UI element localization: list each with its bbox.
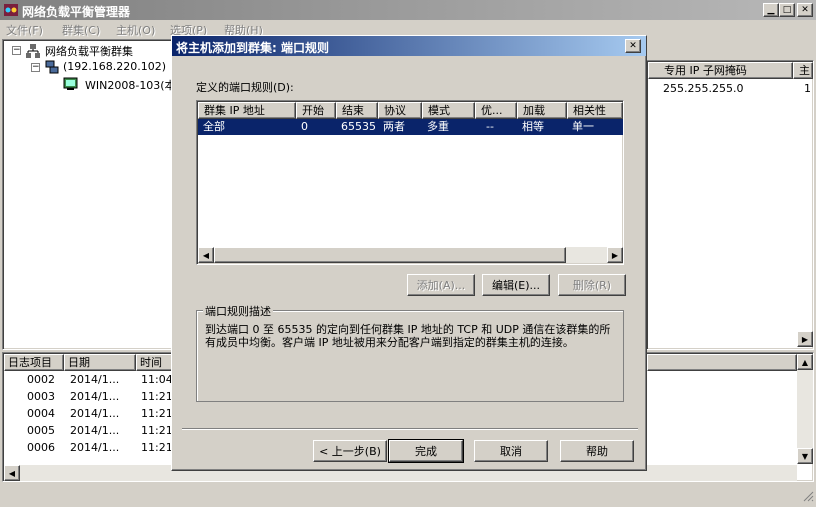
scroll-arrow-icon[interactable]: ▲ <box>797 354 813 370</box>
help-button[interactable]: 帮助 <box>560 440 634 462</box>
host-icon <box>63 76 79 92</box>
main-window-title: 网络负载平衡管理器 <box>22 5 131 19</box>
finish-button[interactable]: 完成 <box>388 439 464 463</box>
subnet-value: 255.255.255.0 <box>663 82 744 95</box>
column-header-cluster-ip[interactable]: 群集 IP 地址 <box>198 102 296 119</box>
scroll-arrow-icon[interactable]: ◀ <box>4 465 20 481</box>
app-icon[interactable] <box>3 2 19 18</box>
rules-hscroll[interactable]: ◀ ▶ <box>198 247 623 263</box>
column-header-subnet[interactable]: 专用 IP 子网掩码 <box>648 62 793 79</box>
tree-collapse-icon[interactable]: − <box>12 46 21 55</box>
add-rule-button[interactable]: 添加(A)... <box>407 274 475 296</box>
column-header-priority[interactable]: 主 <box>793 62 813 79</box>
rule-description-group: 端口规则描述 到达端口 0 至 65535 的定向到任何群集 IP 地址的 TC… <box>196 303 624 402</box>
column-header-date[interactable]: 日期 <box>64 354 136 371</box>
menu-file[interactable]: 文件(F) <box>6 22 43 38</box>
scroll-arrow-icon[interactable]: ▶ <box>607 247 623 263</box>
menu-cluster[interactable]: 群集(C) <box>62 22 100 38</box>
main-titlebar: 网络负载平衡管理器 ▁ □ ✕ <box>0 0 816 20</box>
column-header-mode[interactable]: 模式 <box>422 102 475 119</box>
scroll-thumb[interactable] <box>214 247 566 263</box>
back-button[interactable]: < 上一步(B) <box>313 440 387 462</box>
column-header-load[interactable]: 加载 <box>517 102 567 119</box>
log-vscroll[interactable]: ▲ ▼ <box>797 354 813 464</box>
port-rules-list[interactable]: 群集 IP 地址 开始 结束 协议 模式 优... 加载 相关性 全部 0 65… <box>196 100 624 265</box>
rules-label: 定义的端口规则(D): <box>196 81 294 94</box>
edit-rule-button[interactable]: 编辑(E)... <box>482 274 550 296</box>
column-header-extra[interactable] <box>647 354 797 371</box>
divider <box>182 428 638 430</box>
column-header-log-item[interactable]: 日志项目 <box>4 354 64 371</box>
minimize-icon[interactable]: ▁ <box>763 3 779 17</box>
remove-rule-button[interactable]: 删除(R) <box>558 274 626 296</box>
rule-description-text: 到达端口 0 至 65535 的定向到任何群集 IP 地址的 TCP 和 UDP… <box>205 323 611 349</box>
description-title: 端口规则描述 <box>203 303 273 319</box>
tree-host-label[interactable]: WIN2008-103(本 <box>85 77 176 93</box>
cluster-node-icon <box>44 59 60 75</box>
priority-value: 1 <box>804 82 811 95</box>
scroll-arrow-icon[interactable]: ◀ <box>198 247 214 263</box>
tree-cluster-label[interactable]: (192.168.220.102) <box>63 60 166 73</box>
cluster-icon <box>25 43 41 59</box>
scroll-arrow-icon[interactable]: ▶ <box>797 331 813 347</box>
cluster-tree[interactable]: − 网络负载平衡群集 − (192.168.220.102) WIN2008-1… <box>2 39 178 350</box>
column-header-start[interactable]: 开始 <box>296 102 336 119</box>
port-rules-dialog: 将主机添加到群集: 端口规则 ✕ 定义的端口规则(D): 群集 IP 地址 开始… <box>171 35 647 471</box>
cancel-button[interactable]: 取消 <box>474 440 548 462</box>
column-header-protocol[interactable]: 协议 <box>378 102 422 119</box>
resize-grip-icon[interactable] <box>802 490 814 502</box>
column-header-affinity[interactable]: 相关性 <box>567 102 623 119</box>
column-header-time[interactable]: 时间 <box>136 354 176 371</box>
maximize-icon[interactable]: □ <box>779 3 795 17</box>
column-header-end[interactable]: 结束 <box>336 102 378 119</box>
dialog-title: 将主机添加到群集: 端口规则 <box>176 41 329 55</box>
close-icon[interactable]: ✕ <box>625 39 641 53</box>
dialog-titlebar: 将主机添加到群集: 端口规则 ✕ <box>172 36 646 56</box>
column-header-priority[interactable]: 优... <box>475 102 517 119</box>
tree-collapse-icon[interactable]: − <box>31 63 40 72</box>
close-icon[interactable]: ✕ <box>797 3 813 17</box>
tree-root-label[interactable]: 网络负载平衡群集 <box>45 43 133 59</box>
table-row[interactable]: 全部 0 65535 两者 多重 -- 相等 单一 <box>198 119 623 135</box>
scroll-arrow-icon[interactable]: ▼ <box>797 448 813 464</box>
menu-host[interactable]: 主机(O) <box>116 22 155 38</box>
host-detail-list[interactable]: 专用 IP 子网掩码 主 255.255.255.0 1 ▶ <box>646 60 814 350</box>
